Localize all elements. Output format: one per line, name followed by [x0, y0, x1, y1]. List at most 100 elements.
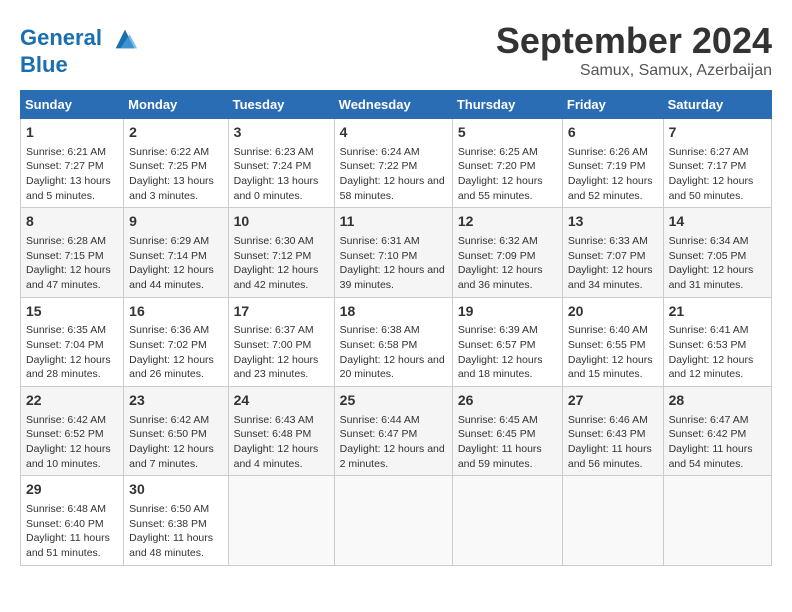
calendar-cell: 19Sunrise: 6:39 AMSunset: 6:57 PMDayligh…: [452, 297, 562, 386]
sunrise-text: Sunrise: 6:41 AM: [669, 324, 749, 336]
sunset-text: Sunset: 7:22 PM: [340, 160, 418, 172]
day-number: 19: [458, 302, 557, 322]
sunset-text: Sunset: 6:50 PM: [129, 428, 207, 440]
sunset-text: Sunset: 6:38 PM: [129, 518, 207, 530]
week-row-2: 8Sunrise: 6:28 AMSunset: 7:15 PMDaylight…: [21, 208, 772, 297]
title-area: September 2024 Samux, Samux, Azerbaijan: [496, 20, 772, 80]
sunset-text: Sunset: 7:05 PM: [669, 250, 747, 262]
daylight-text: Daylight: 12 hours and 39 minutes.: [340, 264, 445, 291]
sunset-text: Sunset: 6:42 PM: [669, 428, 747, 440]
sunset-text: Sunset: 6:40 PM: [26, 518, 104, 530]
day-number: 17: [234, 302, 329, 322]
week-row-1: 1Sunrise: 6:21 AMSunset: 7:27 PMDaylight…: [21, 119, 772, 208]
month-title: September 2024: [496, 20, 772, 62]
daylight-text: Daylight: 12 hours and 31 minutes.: [669, 264, 754, 291]
calendar-cell: 2Sunrise: 6:22 AMSunset: 7:25 PMDaylight…: [124, 119, 228, 208]
sunset-text: Sunset: 7:09 PM: [458, 250, 536, 262]
sunrise-text: Sunrise: 6:37 AM: [234, 324, 314, 336]
daylight-text: Daylight: 12 hours and 18 minutes.: [458, 354, 543, 381]
daylight-text: Daylight: 12 hours and 28 minutes.: [26, 354, 111, 381]
sunrise-text: Sunrise: 6:26 AM: [568, 146, 648, 158]
sunset-text: Sunset: 7:10 PM: [340, 250, 418, 262]
day-number: 7: [669, 123, 766, 143]
sunrise-text: Sunrise: 6:28 AM: [26, 235, 106, 247]
calendar-table: SundayMondayTuesdayWednesdayThursdayFrid…: [20, 90, 772, 566]
calendar-cell: 17 Sunrise: 6:37 AM Sunset: 7:00 PM Dayligh…: [228, 297, 334, 386]
daylight-text: Daylight: 13 hours and 3 minutes.: [129, 175, 214, 202]
calendar-cell: 30Sunrise: 6:50 AMSunset: 6:38 PMDayligh…: [124, 476, 228, 565]
daylight-text: Daylight: 12 hours and 55 minutes.: [458, 175, 543, 202]
calendar-cell: 10Sunrise: 6:30 AMSunset: 7:12 PMDayligh…: [228, 208, 334, 297]
daylight-text: Daylight: 11 hours and 51 minutes.: [26, 532, 110, 559]
daylight-text: Daylight: 12 hours and 12 minutes.: [669, 354, 754, 381]
daylight-text: Daylight: 11 hours and 54 minutes.: [669, 443, 753, 470]
sunrise-text: Sunrise: 6:42 AM: [129, 414, 209, 426]
sunrise-text: Sunrise: 6:30 AM: [234, 235, 314, 247]
sunset-text: Sunset: 6:48 PM: [234, 428, 312, 440]
day-number: 13: [568, 212, 658, 232]
week-row-4: 22Sunrise: 6:42 AMSunset: 6:52 PMDayligh…: [21, 387, 772, 476]
sunset-text: Sunset: 7:12 PM: [234, 250, 312, 262]
day-number: 3: [234, 123, 329, 143]
sunset-text: Sunset: 7:20 PM: [458, 160, 536, 172]
calendar-cell: 16Sunrise: 6:36 AMSunset: 7:02 PMDayligh…: [124, 297, 228, 386]
sunrise-text: Sunrise: 6:23 AM: [234, 146, 314, 158]
calendar-cell: 28Sunrise: 6:47 AMSunset: 6:42 PMDayligh…: [663, 387, 771, 476]
sunset-text: Sunset: 7:14 PM: [129, 250, 207, 262]
sunrise-text: Sunrise: 6:38 AM: [340, 324, 420, 336]
day-number: 14: [669, 212, 766, 232]
sunset-text: Sunset: 7:25 PM: [129, 160, 207, 172]
header-sunday: Sunday: [21, 91, 124, 119]
calendar-cell: 6Sunrise: 6:26 AMSunset: 7:19 PMDaylight…: [562, 119, 663, 208]
calendar-cell: 14 Sunrise: 6:34 AM Sunset: 7:05 PM Dayligh…: [663, 208, 771, 297]
day-number: 2: [129, 123, 222, 143]
daylight-text: Daylight: 12 hours and 23 minutes.: [234, 354, 319, 381]
daylight-text: Daylight: 12 hours and 50 minutes.: [669, 175, 754, 202]
day-number: 29: [26, 480, 118, 500]
sunset-text: Sunset: 7:24 PM: [234, 160, 312, 172]
day-number: 20: [568, 302, 658, 322]
daylight-text: Daylight: 11 hours and 56 minutes.: [568, 443, 652, 470]
sunrise-text: Sunrise: 6:36 AM: [129, 324, 209, 336]
day-number: 15: [26, 302, 118, 322]
sunrise-text: Sunrise: 6:48 AM: [26, 503, 106, 515]
calendar-cell: 23 Sunrise: 6:42 AM Sunset: 6:50 PM Dayligh…: [124, 387, 228, 476]
sunrise-text: Sunrise: 6:34 AM: [669, 235, 749, 247]
daylight-text: Daylight: 12 hours and 7 minutes.: [129, 443, 214, 470]
header-wednesday: Wednesday: [334, 91, 452, 119]
daylight-text: Daylight: 11 hours and 59 minutes.: [458, 443, 542, 470]
sunrise-text: Sunrise: 6:35 AM: [26, 324, 106, 336]
calendar-cell: 15Sunrise: 6:35 AMSunset: 7:04 PMDayligh…: [21, 297, 124, 386]
calendar-cell: 27Sunrise: 6:46 AMSunset: 6:43 PMDayligh…: [562, 387, 663, 476]
day-number: 4: [340, 123, 447, 143]
day-number: 22: [26, 391, 118, 411]
logo-blue: Blue: [20, 53, 139, 77]
header-friday: Friday: [562, 91, 663, 119]
daylight-text: Daylight: 12 hours and 34 minutes.: [568, 264, 653, 291]
sunrise-text: Sunrise: 6:27 AM: [669, 146, 749, 158]
sunrise-text: Sunrise: 6:43 AM: [234, 414, 314, 426]
day-number: 21: [669, 302, 766, 322]
sunrise-text: Sunrise: 6:40 AM: [568, 324, 648, 336]
sunrise-text: Sunrise: 6:39 AM: [458, 324, 538, 336]
calendar-cell: 11Sunrise: 6:31 AMSunset: 7:10 PMDayligh…: [334, 208, 452, 297]
header-saturday: Saturday: [663, 91, 771, 119]
calendar-cell: 22Sunrise: 6:42 AMSunset: 6:52 PMDayligh…: [21, 387, 124, 476]
calendar-cell: 21Sunrise: 6:41 AMSunset: 6:53 PMDayligh…: [663, 297, 771, 386]
sunrise-text: Sunrise: 6:29 AM: [129, 235, 209, 247]
day-number: 16: [129, 302, 222, 322]
sunrise-text: Sunrise: 6:25 AM: [458, 146, 538, 158]
day-number: 1: [26, 123, 118, 143]
calendar-cell: [452, 476, 562, 565]
header-thursday: Thursday: [452, 91, 562, 119]
sunset-text: Sunset: 7:00 PM: [234, 339, 312, 351]
sunset-text: Sunset: 6:45 PM: [458, 428, 536, 440]
calendar-cell: 18Sunrise: 6:38 AMSunset: 6:58 PMDayligh…: [334, 297, 452, 386]
sunrise-text: Sunrise: 6:47 AM: [669, 414, 749, 426]
sunset-text: Sunset: 7:15 PM: [26, 250, 104, 262]
calendar-cell: 3Sunrise: 6:23 AMSunset: 7:24 PMDaylight…: [228, 119, 334, 208]
day-number: 23: [129, 391, 222, 411]
day-number: 18: [340, 302, 447, 322]
calendar-cell: 9Sunrise: 6:29 AMSunset: 7:14 PMDaylight…: [124, 208, 228, 297]
page-header: General Blue September 2024 Samux, Samux…: [20, 20, 772, 80]
